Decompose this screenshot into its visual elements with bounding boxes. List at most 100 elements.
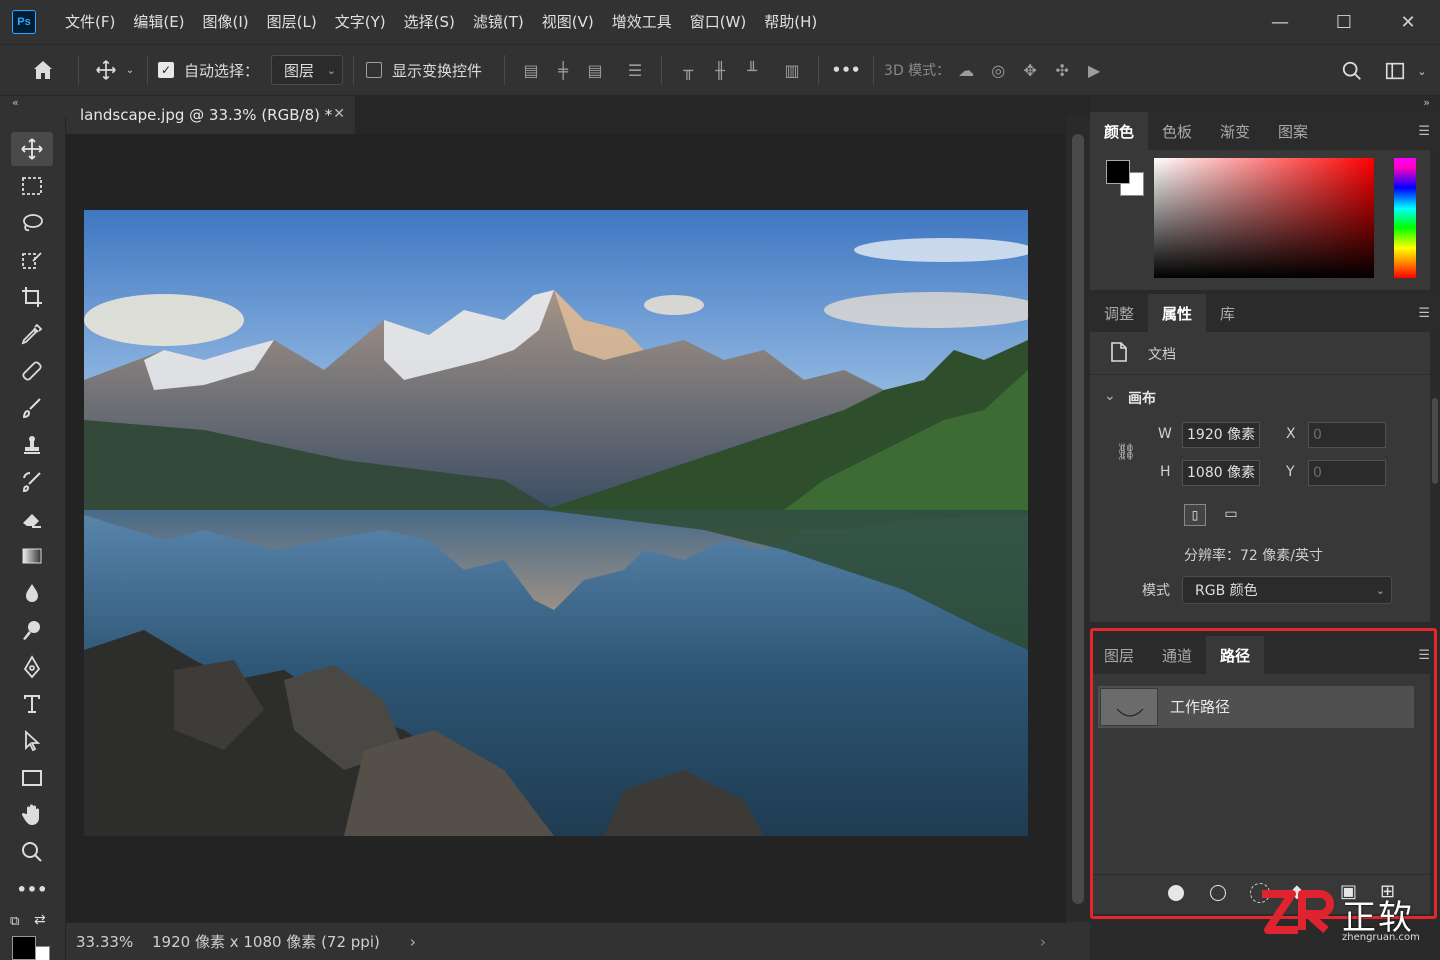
history-brush-tool-icon[interactable] <box>11 465 53 499</box>
align-vertical-center-icon[interactable]: ╫ <box>704 55 736 85</box>
scrollbar-thumb[interactable] <box>1072 134 1084 904</box>
swap-colors-icon[interactable]: ⇄ <box>34 912 52 930</box>
tab-channels[interactable]: 通道 <box>1148 636 1206 674</box>
search-icon[interactable] <box>1336 56 1368 86</box>
edit-toolbar-icon[interactable]: ••• <box>11 872 53 906</box>
tab-patterns[interactable]: 图案 <box>1264 112 1322 150</box>
chevron-right-icon[interactable]: › <box>1040 933 1046 951</box>
type-tool-icon[interactable] <box>11 687 53 721</box>
tab-swatches[interactable]: 色板 <box>1148 112 1206 150</box>
zoom-level[interactable]: 33.33% <box>76 933 152 951</box>
link-icon[interactable]: ⛓ <box>1116 442 1136 461</box>
tab-paths[interactable]: 路径 <box>1206 636 1265 674</box>
tab-color[interactable]: 颜色 <box>1090 112 1149 150</box>
default-colors-icon[interactable]: ⧉ <box>10 914 28 932</box>
foreground-color-swatch[interactable] <box>12 936 36 960</box>
canvas-area[interactable] <box>66 134 1066 922</box>
brush-tool-icon[interactable] <box>11 391 53 425</box>
3d-pan-icon[interactable]: ✥ <box>1014 55 1046 85</box>
menu-view[interactable]: 视图(V) <box>533 0 603 44</box>
menu-layer[interactable]: 图层(L) <box>258 0 326 44</box>
dodge-tool-icon[interactable] <box>11 613 53 647</box>
blur-tool-icon[interactable] <box>11 576 53 610</box>
collapse-toolbar-icon[interactable]: « <box>0 96 66 116</box>
tab-layers[interactable]: 图层 <box>1090 636 1148 674</box>
path-row[interactable]: 工作路径 <box>1098 686 1414 728</box>
maximize-button[interactable]: ☐ <box>1312 0 1376 44</box>
properties-scrollbar[interactable] <box>1430 380 1440 610</box>
panel-menu-icon[interactable]: ☰ <box>1418 306 1430 321</box>
hand-tool-icon[interactable] <box>11 798 53 832</box>
move-tool-preset-icon[interactable] <box>89 59 123 81</box>
auto-select-target-dropdown[interactable]: 图层 ⌄ <box>271 55 344 85</box>
close-window-button[interactable]: ✕ <box>1376 0 1440 44</box>
collapse-panels-icon[interactable]: » <box>1423 96 1430 109</box>
auto-select-checkbox[interactable]: ✓ <box>158 62 174 78</box>
menu-file[interactable]: 文件(F) <box>56 0 124 44</box>
align-right-icon[interactable]: ▤ <box>579 55 611 85</box>
menu-select[interactable]: 选择(S) <box>395 0 464 44</box>
eyedropper-tool-icon[interactable] <box>11 317 53 351</box>
chevron-right-icon[interactable]: › <box>410 933 416 951</box>
3d-roll-icon[interactable]: ◎ <box>982 55 1014 85</box>
tab-libraries[interactable]: 库 <box>1206 294 1249 332</box>
chevron-down-icon[interactable]: ⌄ <box>123 65 137 76</box>
distribute-vertical-icon[interactable]: ▥ <box>776 55 808 85</box>
menu-type[interactable]: 文字(Y) <box>326 0 395 44</box>
landscape-orientation-icon[interactable]: ▭ <box>1220 504 1242 526</box>
align-left-icon[interactable]: ▤ <box>515 55 547 85</box>
3d-orbit-icon[interactable]: ☁ <box>950 55 982 85</box>
panel-menu-icon[interactable]: ☰ <box>1418 124 1430 139</box>
canvas-section-title[interactable]: 画布 <box>1128 388 1156 408</box>
healing-brush-tool-icon[interactable] <box>11 354 53 388</box>
hue-slider[interactable] <box>1394 158 1416 278</box>
portrait-orientation-icon[interactable]: ▯ <box>1184 504 1206 526</box>
color-field[interactable] <box>1154 158 1374 278</box>
pen-tool-icon[interactable] <box>11 650 53 684</box>
chevron-down-icon[interactable]: ⌄ <box>1414 63 1430 79</box>
move-tool-icon[interactable] <box>11 132 53 166</box>
menu-plugins[interactable]: 增效工具 <box>603 0 681 44</box>
menu-window[interactable]: 窗口(W) <box>681 0 756 44</box>
distribute-horizontal-icon[interactable]: ☰ <box>619 55 651 85</box>
zoom-tool-icon[interactable] <box>11 835 53 869</box>
vertical-scrollbar[interactable] <box>1066 116 1090 922</box>
panel-menu-icon[interactable]: ☰ <box>1418 648 1430 663</box>
menu-edit[interactable]: 编辑(E) <box>124 0 193 44</box>
align-horizontal-center-icon[interactable]: ╪ <box>547 55 579 85</box>
lasso-tool-icon[interactable] <box>11 206 53 240</box>
foreground-color-swatch[interactable] <box>1106 160 1130 184</box>
tab-adjustments[interactable]: 调整 <box>1090 294 1148 332</box>
eraser-tool-icon[interactable] <box>11 502 53 536</box>
menu-filter[interactable]: 滤镜(T) <box>464 0 533 44</box>
object-selection-tool-icon[interactable] <box>11 243 53 277</box>
close-icon[interactable]: ✕ <box>333 106 345 122</box>
align-top-icon[interactable]: ╥ <box>672 55 704 85</box>
color-mode-dropdown[interactable]: RGB 颜色 ⌄ <box>1182 576 1392 604</box>
path-selection-tool-icon[interactable] <box>11 724 53 758</box>
gradient-tool-icon[interactable] <box>11 539 53 573</box>
chevron-down-icon[interactable]: ⌄ <box>1104 388 1116 404</box>
tab-gradients[interactable]: 渐变 <box>1206 112 1264 150</box>
align-bottom-icon[interactable]: ╨ <box>736 55 768 85</box>
width-field[interactable]: 1920 像素 <box>1182 422 1260 448</box>
x-field[interactable]: 0 <box>1308 422 1386 448</box>
more-options-button[interactable]: ••• <box>829 61 863 79</box>
3d-scale-icon[interactable]: ▶ <box>1078 55 1110 85</box>
crop-tool-icon[interactable] <box>11 280 53 314</box>
menu-image[interactable]: 图像(I) <box>194 0 258 44</box>
stroke-path-icon[interactable] <box>1210 885 1226 901</box>
menu-help[interactable]: 帮助(H) <box>755 0 826 44</box>
clone-stamp-tool-icon[interactable] <box>11 428 53 462</box>
workspace-icon[interactable] <box>1380 56 1410 86</box>
fill-path-icon[interactable] <box>1168 885 1184 901</box>
3d-slide-icon[interactable]: ✣ <box>1046 55 1078 85</box>
show-transform-checkbox[interactable] <box>366 62 383 78</box>
height-field[interactable]: 1080 像素 <box>1182 460 1260 486</box>
rectangle-tool-icon[interactable] <box>11 761 53 795</box>
marquee-tool-icon[interactable] <box>11 169 53 203</box>
home-icon[interactable] <box>18 58 68 82</box>
minimize-button[interactable]: — <box>1248 0 1312 44</box>
scrollbar-thumb[interactable] <box>1432 398 1438 484</box>
y-field[interactable]: 0 <box>1308 460 1386 486</box>
